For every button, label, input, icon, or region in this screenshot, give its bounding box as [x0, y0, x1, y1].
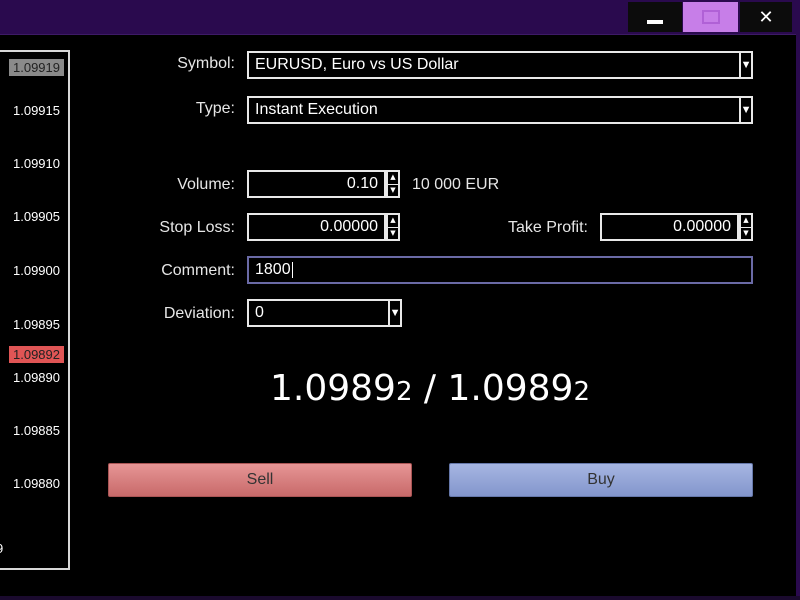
minimize-icon: [647, 20, 663, 24]
tick-price: 1.09895: [13, 317, 60, 332]
deviation-value: 0: [255, 304, 264, 321]
tick-price: 1.09880: [13, 476, 60, 491]
buy-button[interactable]: Buy: [449, 463, 753, 497]
stoploss-value: 0.00000: [320, 218, 378, 235]
comment-value: 1800: [255, 261, 291, 278]
up-arrow-icon[interactable]: ▲: [388, 172, 398, 185]
takeprofit-input[interactable]: 0.00000: [600, 213, 739, 241]
up-arrow-icon[interactable]: ▲: [388, 215, 398, 228]
takeprofit-value: 0.00000: [673, 218, 731, 235]
tick-price: 1.09905: [13, 209, 60, 224]
quote-separator: /: [412, 368, 448, 409]
bid-price: 1.0989: [269, 368, 396, 409]
sell-button[interactable]: Sell: [108, 463, 412, 497]
bid-ask-quote: 1.09892 / 1.09892: [200, 368, 660, 409]
stoploss-label: Stop Loss:: [159, 219, 235, 236]
symbol-select[interactable]: EURUSD, Euro vs US Dollar ▼: [247, 51, 753, 79]
deviation-select[interactable]: 0 ▼: [247, 299, 402, 327]
comment-label: Comment:: [161, 262, 235, 279]
chevron-down-icon[interactable]: ▼: [739, 98, 751, 122]
maximize-icon: [701, 10, 720, 24]
tick-chart: 1.09919 1.09915 1.09910 1.09905 1.09900 …: [0, 50, 70, 570]
ask-pip: 2: [573, 377, 591, 407]
volume-input[interactable]: 0.10: [247, 170, 386, 198]
type-value: Instant Execution: [255, 101, 378, 118]
tick-price-top: 1.09919: [9, 59, 64, 76]
window-border-bottom: [0, 596, 800, 600]
up-arrow-icon[interactable]: ▲: [741, 215, 751, 228]
tick-price-partial: 9: [0, 541, 3, 556]
tick-price: 1.09915: [13, 103, 60, 118]
tick-price: 1.09885: [13, 423, 60, 438]
chevron-down-icon[interactable]: ▼: [388, 301, 400, 325]
tick-price: 1.09910: [13, 156, 60, 171]
close-icon: ✕: [758, 6, 774, 28]
volume-label: Volume:: [177, 176, 235, 193]
comment-input[interactable]: 1800: [247, 256, 753, 284]
stoploss-stepper[interactable]: ▲ ▼: [386, 213, 400, 241]
close-button[interactable]: ✕: [740, 2, 792, 32]
takeprofit-label: Take Profit:: [507, 219, 588, 236]
symbol-label: Symbol:: [177, 55, 235, 72]
ask-price: 1.0989: [447, 368, 574, 409]
volume-value: 0.10: [346, 175, 378, 192]
volume-note: 10 000 EUR: [412, 176, 500, 193]
down-arrow-icon[interactable]: ▼: [388, 185, 398, 197]
type-select[interactable]: Instant Execution ▼: [247, 96, 753, 124]
minimize-button[interactable]: [628, 2, 682, 32]
deviation-label: Deviation:: [163, 305, 235, 322]
text-caret: [291, 261, 293, 278]
tick-price-current: 1.09892: [9, 346, 64, 363]
symbol-value: EURUSD, Euro vs US Dollar: [255, 56, 459, 73]
tick-price: 1.09890: [13, 370, 60, 385]
maximize-button[interactable]: [683, 2, 738, 32]
chevron-down-icon[interactable]: ▼: [739, 53, 751, 77]
down-arrow-icon[interactable]: ▼: [388, 228, 398, 240]
type-label: Type:: [195, 100, 235, 117]
window-border: [796, 34, 800, 600]
takeprofit-stepper[interactable]: ▲ ▼: [739, 213, 753, 241]
tick-price: 1.09900: [13, 263, 60, 278]
bid-pip: 2: [395, 377, 413, 407]
stoploss-input[interactable]: 0.00000: [247, 213, 386, 241]
volume-stepper[interactable]: ▲ ▼: [386, 170, 400, 198]
down-arrow-icon[interactable]: ▼: [741, 228, 751, 240]
